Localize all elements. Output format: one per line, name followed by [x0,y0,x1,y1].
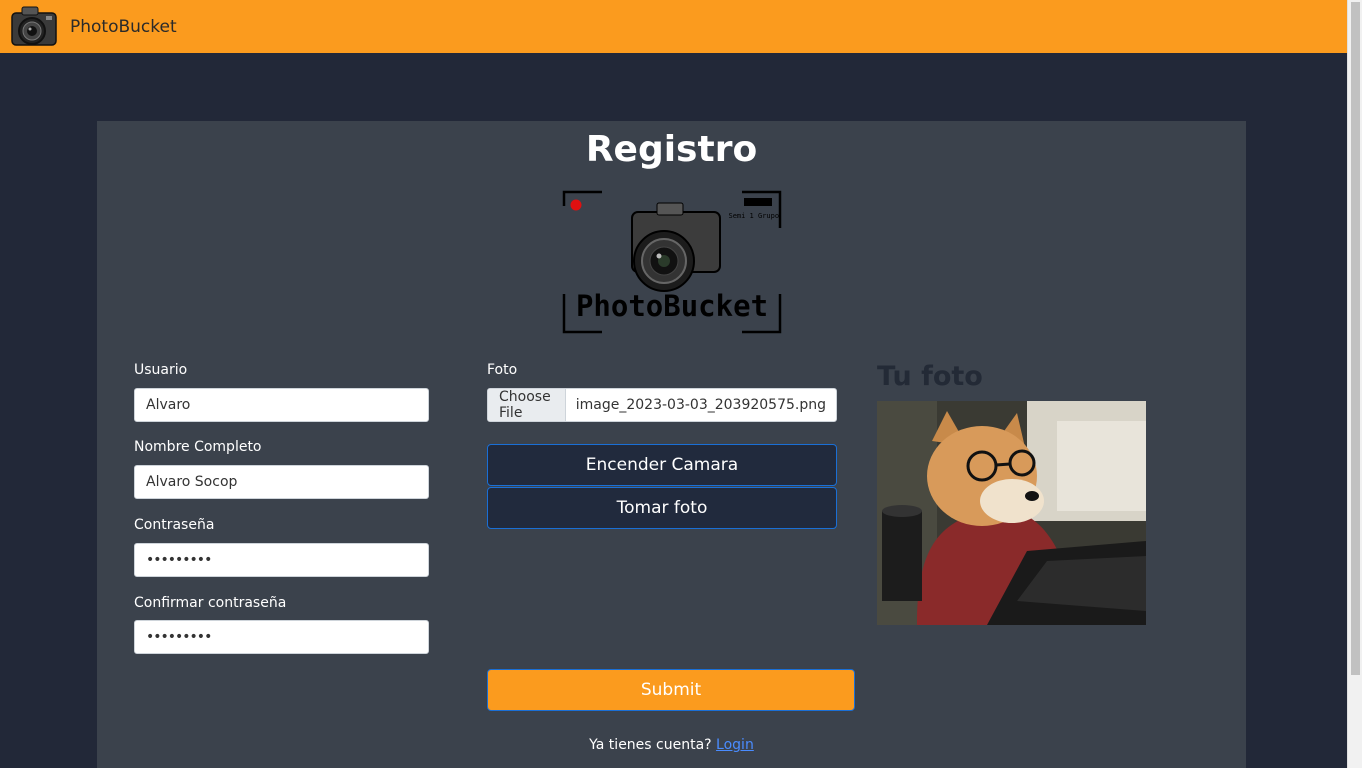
camera-icon[interactable] [8,1,60,53]
submit-button[interactable]: Submit [487,669,855,711]
register-card: Registro PhotoBucket Semi 1 Grupo 6 Usua… [97,121,1246,768]
scrollbar[interactable] [1347,0,1362,768]
usuario-input[interactable]: Alvaro [134,388,429,422]
login-question: Ya tienes cuenta? [589,737,712,753]
dog-photo [877,401,1146,625]
navbar: PhotoBucket [0,0,1347,53]
preview-title: Tu foto [877,361,983,392]
password-input[interactable]: ••••••••• [134,543,429,577]
nombre-label: Nombre Completo [134,439,262,455]
logo-badge: Semi 1 Grupo 6 [728,198,782,220]
confirm-password-input[interactable]: ••••••••• [134,620,429,654]
camera-on-button[interactable]: Encender Camara [487,444,837,486]
usuario-label: Usuario [134,362,188,378]
password-label: Contraseña [134,517,215,533]
foto-label: Foto [487,362,518,378]
take-photo-button[interactable]: Tomar foto [487,487,837,529]
login-link[interactable]: Login [716,737,754,753]
brand-name[interactable]: PhotoBucket [70,17,177,37]
choose-file-button[interactable]: Choose File [488,389,566,421]
login-prompt: Ya tienes cuenta? Login [97,737,1246,753]
photobucket-logo: PhotoBucket Semi 1 Grupo 6 [562,190,782,334]
nombre-input[interactable]: Alvaro Socop [134,465,429,499]
confirm-password-label: Confirmar contraseña [134,595,287,611]
logo-text: PhotoBucket [576,289,768,323]
logo-badge-text: Semi 1 Grupo 6 [728,212,782,220]
file-name: image_2023-03-03_203920575.png [575,397,826,413]
file-input[interactable]: Choose File image_2023-03-03_203920575.p… [487,388,837,422]
page-title: Registro [585,129,758,170]
scrollbar-thumb[interactable] [1351,2,1360,675]
